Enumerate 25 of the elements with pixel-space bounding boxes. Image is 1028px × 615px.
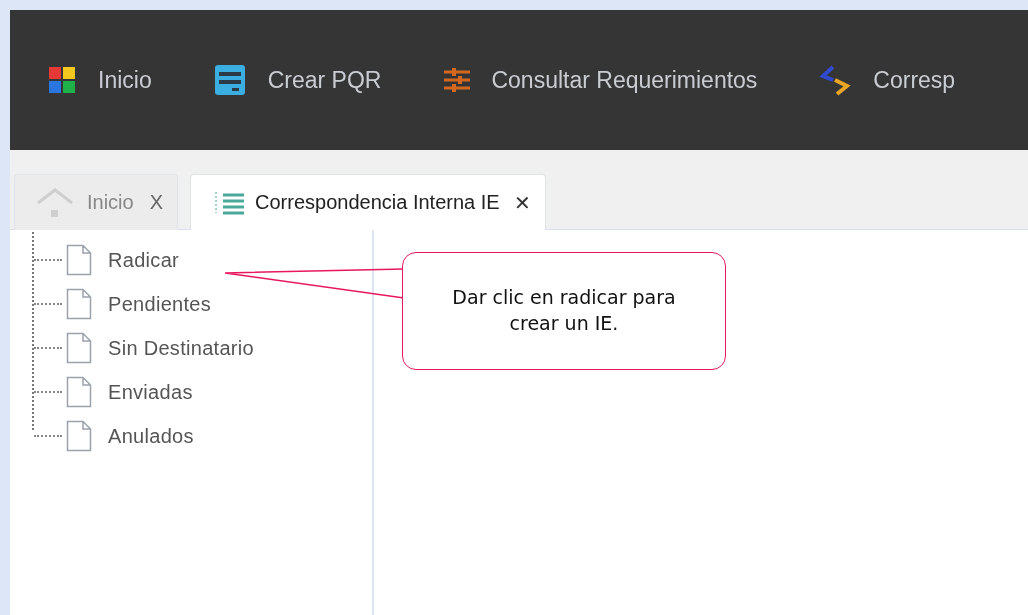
menu-item[interactable]: Corresp xyxy=(819,64,956,96)
list-icon xyxy=(213,190,246,215)
callout-text: Dar clic en radicar para crear un IE. xyxy=(451,285,677,336)
document-icon xyxy=(66,332,92,364)
tree-item[interactable]: Enviadas xyxy=(108,380,193,404)
document-icon xyxy=(66,288,92,320)
tab[interactable]: Inicio X xyxy=(14,174,179,230)
home-icon xyxy=(35,187,75,218)
close-icon[interactable]: X xyxy=(149,191,164,214)
code-arrows-icon xyxy=(819,64,852,96)
tab[interactable]: Correspondencia Interna IE ✕ xyxy=(190,174,546,230)
document-icon xyxy=(66,420,92,452)
menu-item[interactable]: Inicio xyxy=(48,66,152,94)
form-icon xyxy=(213,64,246,96)
tree-item[interactable]: Radicar xyxy=(108,248,180,272)
tree-item[interactable]: Sin Destinatario xyxy=(108,336,254,360)
menu-item[interactable]: Crear PQR xyxy=(213,64,382,96)
tree-item[interactable]: Anulados xyxy=(108,424,194,448)
close-icon[interactable]: ✕ xyxy=(513,190,531,215)
sliders-icon xyxy=(443,66,472,94)
document-icon xyxy=(66,376,92,408)
apps-grid-icon xyxy=(48,66,76,94)
tree-item[interactable]: Pendientes xyxy=(108,292,212,316)
menu-item[interactable]: Consultar Requerimientos xyxy=(443,66,758,94)
document-icon xyxy=(66,244,92,276)
